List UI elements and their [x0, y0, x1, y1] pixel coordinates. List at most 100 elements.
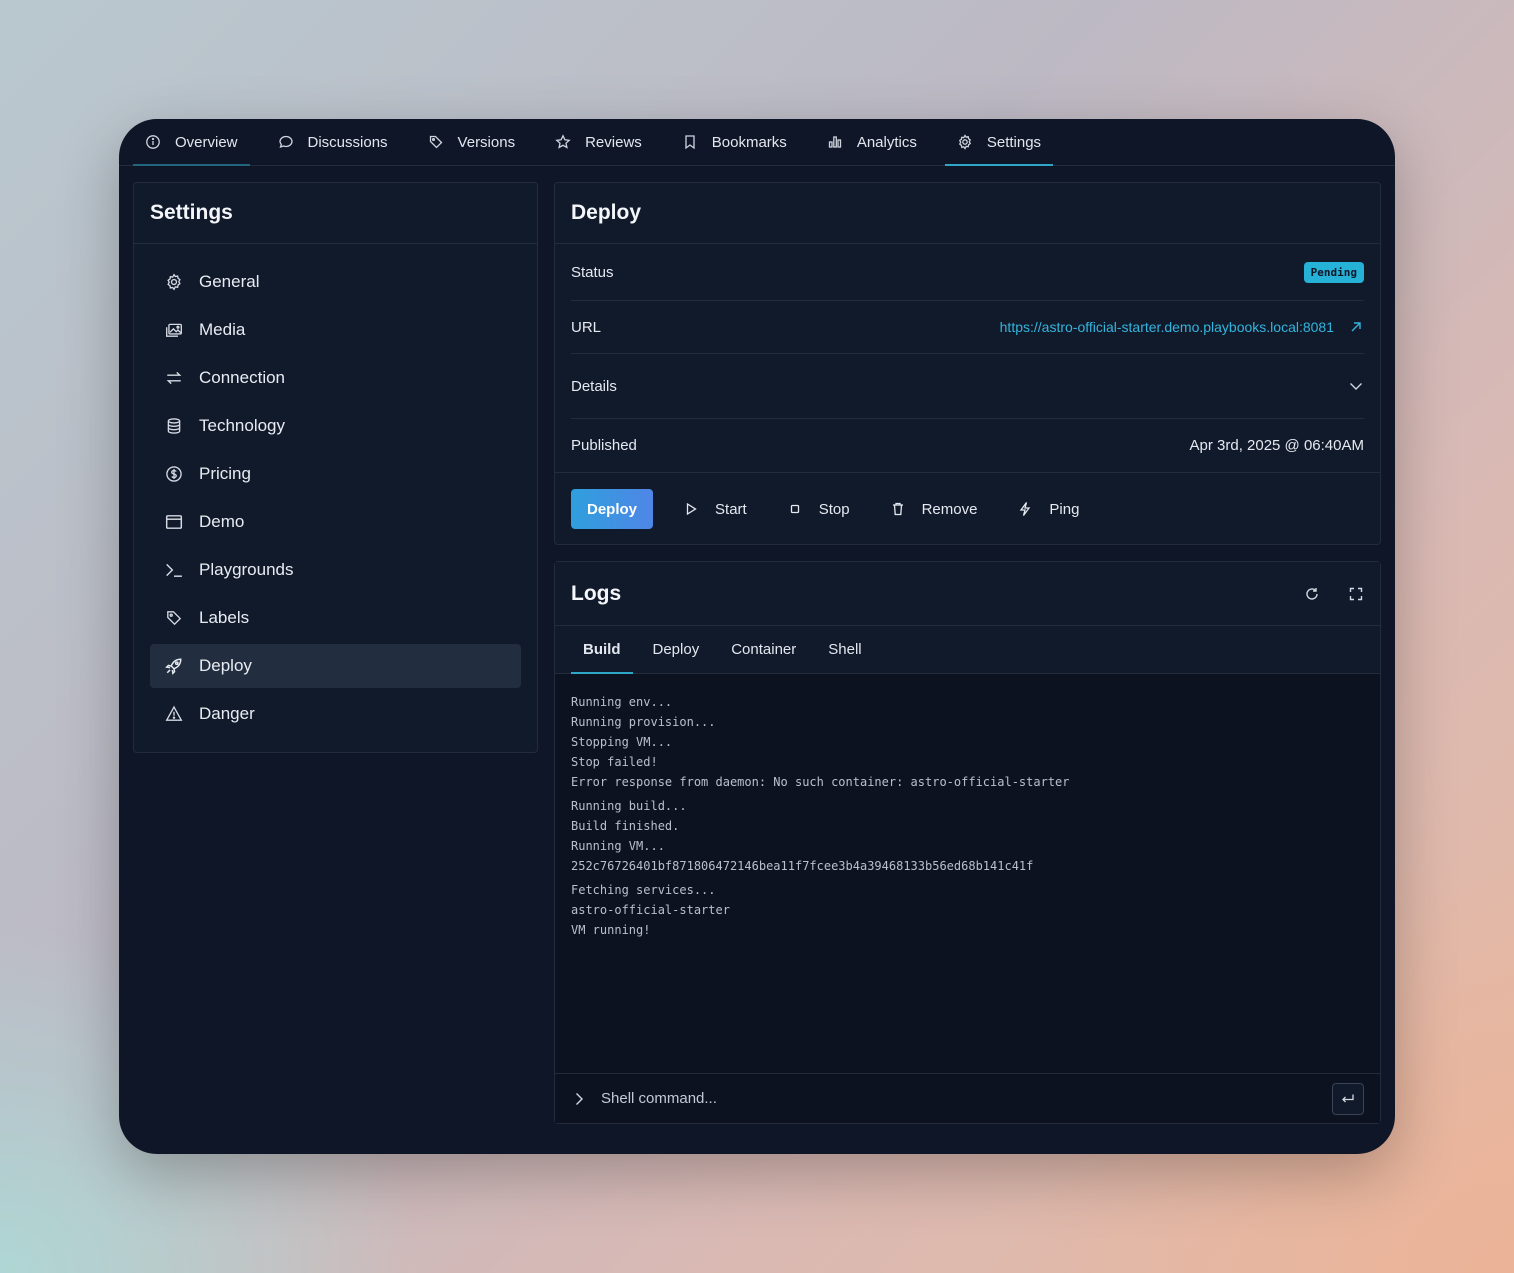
warning-icon	[165, 705, 183, 723]
tab-analytics[interactable]: Analytics	[815, 119, 929, 165]
image-icon	[165, 321, 183, 339]
tab-container[interactable]: Container	[719, 626, 808, 673]
tab-reviews[interactable]: Reviews	[543, 119, 654, 165]
details-label: Details	[571, 377, 617, 395]
remove-button[interactable]: Remove	[874, 489, 994, 529]
published-row: Published Apr 3rd, 2025 @ 06:40AM	[571, 419, 1364, 472]
sidebar-item-general[interactable]: General	[150, 260, 521, 304]
sidebar-item-connection[interactable]: Connection	[150, 356, 521, 400]
details-row[interactable]: Details	[571, 354, 1364, 419]
start-button[interactable]: Start	[667, 489, 763, 529]
shell-command-input[interactable]	[601, 1090, 1318, 1107]
settings-sidebar: Settings General Media Connection Techno…	[133, 182, 538, 753]
tab-shell[interactable]: Shell	[816, 626, 873, 673]
url-label: URL	[571, 318, 602, 336]
tab-overview[interactable]: Overview	[133, 119, 250, 166]
tab-label: Settings	[986, 133, 1042, 151]
tab-discussions[interactable]: Discussions	[266, 119, 400, 165]
sidebar-item-label: Technology	[199, 416, 286, 435]
fullscreen-icon[interactable]	[1348, 586, 1364, 602]
enter-icon	[1340, 1091, 1356, 1107]
tab-label: Reviews	[585, 133, 642, 151]
start-label: Start	[715, 500, 747, 518]
sidebar-title: Settings	[134, 183, 537, 244]
deploy-actions: Deploy Start Stop Remove Ping	[555, 472, 1380, 545]
tab-build[interactable]: Build	[571, 626, 633, 674]
log-line: 252c76726401bf871806472146bea11f7fcee3b4…	[571, 859, 1034, 873]
app-window: Overview Discussions Versions Reviews Bo…	[119, 119, 1395, 1154]
refresh-icon[interactable]	[1304, 586, 1320, 602]
deploy-rows: Status Pending URL https://astro-officia…	[555, 244, 1380, 472]
tab-versions[interactable]: Versions	[416, 119, 528, 165]
sidebar-item-label: Deploy	[199, 656, 252, 675]
bolt-icon	[1017, 501, 1033, 517]
stop-label: Stop	[818, 500, 850, 518]
log-line: Running env...	[571, 695, 673, 709]
logs-title: Logs	[571, 581, 622, 605]
gear-icon	[957, 134, 973, 150]
stop-icon	[787, 501, 803, 517]
ping-label: Ping	[1049, 500, 1080, 518]
sidebar-item-label: Playgrounds	[199, 560, 294, 579]
sidebar-item-technology[interactable]: Technology	[150, 404, 521, 448]
tag-icon	[428, 134, 444, 150]
stop-button[interactable]: Stop	[771, 489, 866, 529]
chat-icon	[278, 134, 294, 150]
shell-bar	[555, 1073, 1380, 1123]
log-line: Stop failed!	[571, 755, 658, 769]
window-icon	[165, 513, 183, 531]
url-text[interactable]: https://astro-official-starter.demo.play…	[1000, 319, 1334, 335]
sidebar-item-danger[interactable]: Danger	[150, 692, 521, 736]
published-label: Published	[571, 437, 637, 454]
sidebar-list: General Media Connection Technology Pric…	[134, 244, 537, 756]
sidebar-item-playgrounds[interactable]: Playgrounds	[150, 548, 521, 592]
ping-button[interactable]: Ping	[1001, 489, 1095, 529]
logs-header-actions	[1304, 586, 1364, 602]
deploy-panel: Deploy Status Pending URL https://astro-…	[554, 182, 1381, 545]
logs-tabs: Build Deploy Container Shell	[555, 626, 1380, 674]
sidebar-item-label: Media	[199, 320, 246, 339]
sidebar-item-demo[interactable]: Demo	[150, 500, 521, 544]
arrows-icon	[165, 369, 183, 387]
tab-label: Overview	[175, 133, 238, 151]
published-value: Apr 3rd, 2025 @ 06:40AM	[1189, 437, 1365, 454]
log-line: Build finished.	[571, 819, 680, 833]
rocket-icon	[165, 657, 183, 675]
tab-label: Analytics	[856, 133, 917, 151]
sidebar-item-label: Connection	[199, 368, 286, 387]
log-line: astro-official-starter	[571, 903, 730, 917]
tag-icon	[165, 609, 183, 627]
log-line: Running provision...	[571, 715, 716, 729]
tab-settings[interactable]: Settings	[944, 119, 1054, 166]
sidebar-item-label: Pricing	[199, 464, 251, 483]
play-icon	[683, 501, 699, 517]
submit-command-button[interactable]	[1332, 1082, 1364, 1115]
sidebar-item-deploy[interactable]: Deploy	[150, 644, 521, 688]
status-badge: Pending	[1303, 261, 1364, 283]
terminal-icon	[165, 561, 183, 579]
deploy-title: Deploy	[555, 183, 1380, 244]
dollar-icon	[165, 465, 183, 483]
sidebar-item-label: Danger	[199, 704, 255, 723]
external-link-icon[interactable]	[1348, 319, 1364, 335]
tab-bookmarks[interactable]: Bookmarks	[670, 119, 799, 165]
database-icon	[165, 417, 183, 435]
logs-panel: Logs Build Deploy Container Shell Runnin…	[554, 561, 1381, 1124]
log-line: Stopping VM...	[571, 735, 673, 749]
tab-deploy[interactable]: Deploy	[641, 626, 712, 673]
tab-label: Bookmarks	[711, 133, 787, 151]
url-link[interactable]: https://astro-official-starter.demo.play…	[1000, 319, 1364, 335]
remove-label: Remove	[921, 500, 978, 518]
star-icon	[555, 134, 571, 150]
status-label: Status	[571, 263, 614, 281]
gear-icon	[165, 273, 183, 291]
deploy-button[interactable]: Deploy	[571, 489, 654, 529]
sidebar-item-pricing[interactable]: Pricing	[150, 452, 521, 496]
sidebar-item-media[interactable]: Media	[150, 308, 521, 352]
chevron-down-icon[interactable]	[1348, 378, 1364, 394]
bookmark-icon	[682, 134, 698, 150]
sidebar-item-label: Labels	[199, 608, 250, 627]
sidebar-item-labels[interactable]: Labels	[150, 596, 521, 640]
top-nav: Overview Discussions Versions Reviews Bo…	[119, 119, 1395, 166]
sidebar-item-label: Demo	[199, 512, 245, 531]
